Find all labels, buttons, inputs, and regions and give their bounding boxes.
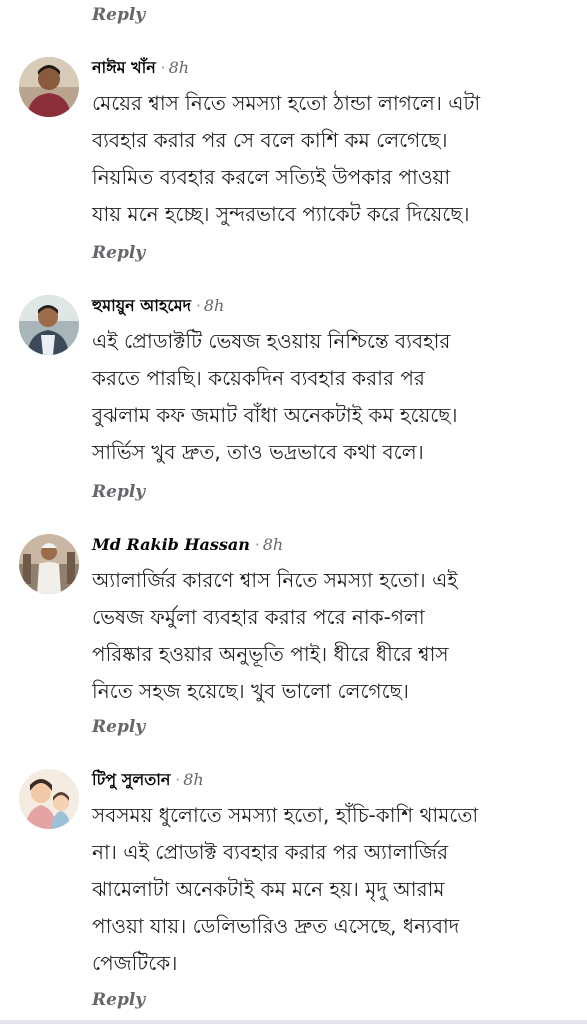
separator-dot: ·	[254, 536, 260, 554]
comment-text: সবসময় ধুলোতে সমস্যা হতো, হাঁচি-কাশি থাম…	[92, 803, 479, 975]
comment-header: টিপু সুলতান · 8h	[92, 769, 204, 791]
avatar[interactable]	[19, 295, 79, 355]
separator-dot: ·	[160, 59, 166, 77]
user-illustration-icon	[19, 769, 79, 829]
avatar[interactable]	[19, 534, 79, 594]
commenter-name[interactable]: হুমায়ুন আহমেদ	[92, 296, 191, 315]
separator-dot: ·	[196, 297, 201, 315]
comment-time[interactable]: 8h	[204, 296, 224, 315]
reply-button[interactable]: Reply	[92, 482, 145, 502]
commenter-name[interactable]: টিপু সুলতান	[92, 770, 170, 789]
comment-header: Md Rakib Hassan · 8h	[92, 534, 283, 556]
reply-button[interactable]: Reply	[92, 717, 145, 737]
comment-text: অ্যালার্জির কারণে শ্বাস নিতে সমস্যা হতো।…	[92, 568, 458, 703]
reply-button[interactable]: Reply	[92, 990, 145, 1010]
comment-time[interactable]: 8h	[263, 535, 283, 554]
comment-time[interactable]: 8h	[183, 770, 203, 789]
reply-button[interactable]: Reply	[92, 243, 145, 263]
avatar[interactable]	[19, 57, 79, 117]
user-photo-icon	[19, 295, 79, 355]
commenter-name[interactable]: Md Rakib Hassan	[92, 535, 250, 554]
user-photo-icon	[19, 57, 79, 117]
comment-text: মেয়ের শ্বাস নিতে সমস্যা হতো ঠান্ডা লাগল…	[92, 91, 481, 226]
comment-header: নাঈম খাঁন · 8h	[92, 57, 189, 79]
avatar[interactable]	[19, 769, 79, 829]
reply-button[interactable]: Reply	[92, 5, 145, 25]
comment-text: এই প্রোডাক্টটি ভেষজ হওয়ায় নিশ্চিন্তে ব…	[92, 329, 458, 464]
bottom-divider	[0, 1020, 587, 1024]
comment-header: হুমায়ুন আহমেদ · 8h	[92, 295, 224, 317]
commenter-name[interactable]: নাঈম খাঁন	[92, 58, 156, 77]
user-photo-icon	[19, 534, 79, 594]
separator-dot: ·	[175, 771, 181, 789]
comment-time[interactable]: 8h	[169, 58, 189, 77]
